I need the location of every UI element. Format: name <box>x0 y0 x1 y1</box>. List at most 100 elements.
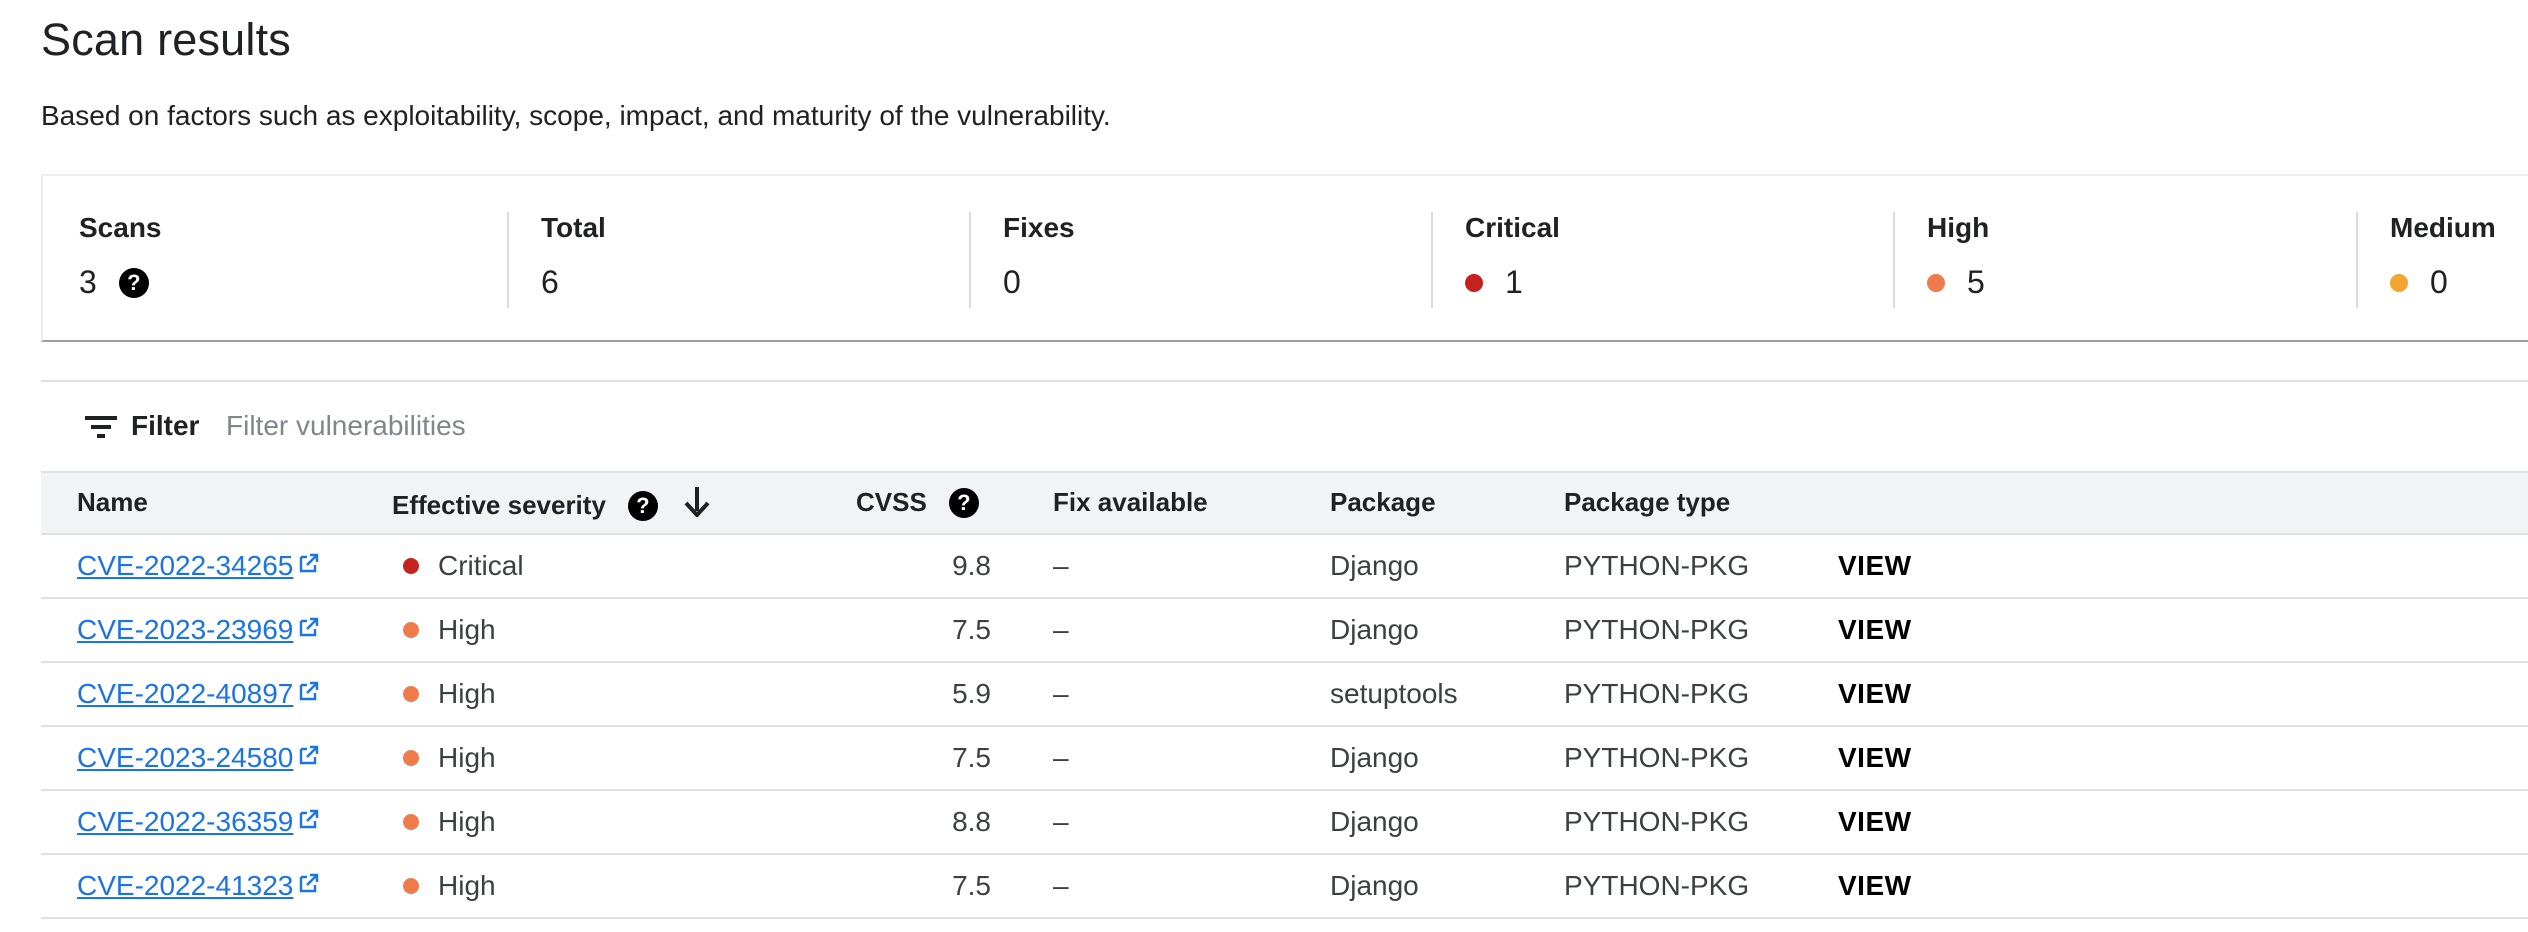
stat-divider <box>1431 212 1433 308</box>
help-icon[interactable]: ? <box>118 267 149 298</box>
view-button[interactable]: VIEW <box>1838 742 1912 774</box>
column-header-package[interactable]: Package <box>1330 487 1436 518</box>
medium-severity-dot <box>2390 273 2408 292</box>
package-name: Django <box>1330 806 1419 837</box>
stat-divider <box>1893 212 1895 308</box>
view-button[interactable]: VIEW <box>1838 678 1912 710</box>
stat-critical-value: 1 <box>1505 264 1523 300</box>
fix-available: – <box>1053 678 1069 709</box>
severity-label: High <box>438 870 496 901</box>
stat-medium-value: 0 <box>2430 264 2448 300</box>
severity-dot <box>403 878 419 894</box>
column-header-name[interactable]: Name <box>77 487 148 518</box>
critical-severity-dot <box>1465 273 1483 292</box>
package-name: Django <box>1330 742 1419 773</box>
cve-id[interactable]: CVE-2022-41323 <box>77 870 293 902</box>
severity-cell: High <box>403 806 496 838</box>
external-link-icon[interactable] <box>297 742 321 774</box>
filter-input[interactable]: Filter vulnerabilities <box>226 410 466 442</box>
filter-icon[interactable] <box>85 414 117 445</box>
external-link-icon[interactable] <box>297 550 321 582</box>
cvss-score: 8.8 <box>952 806 991 837</box>
package-name: Django <box>1330 614 1419 645</box>
external-link-icon[interactable] <box>297 614 321 646</box>
cve-id[interactable]: CVE-2023-23969 <box>77 614 293 646</box>
stat-critical-label: Critical <box>1465 212 1560 243</box>
stat-divider <box>507 212 509 308</box>
view-button[interactable]: VIEW <box>1838 614 1912 646</box>
external-link-icon[interactable] <box>297 806 321 838</box>
view-button[interactable]: VIEW <box>1838 870 1912 902</box>
stat-scans-label: Scans <box>79 212 162 243</box>
stat-fixes-label: Fixes <box>1003 212 1075 243</box>
external-link-icon[interactable] <box>297 870 321 902</box>
page-title: Scan results <box>41 14 292 65</box>
sort-descending-icon[interactable] <box>684 487 710 524</box>
stat-high-value-wrap: 5 <box>1927 264 1985 301</box>
table-row: CVE-2022-40897 High 5.9 – setuptools PYT… <box>41 663 2528 727</box>
stat-medium-value-wrap: 0 <box>2390 264 2448 301</box>
external-link-icon[interactable] <box>297 678 321 710</box>
fix-available: – <box>1053 806 1069 837</box>
cve-id[interactable]: CVE-2022-36359 <box>77 806 293 838</box>
package-type: PYTHON-PKG <box>1564 678 1750 709</box>
column-header-fix[interactable]: Fix available <box>1053 487 1208 518</box>
cve-link[interactable]: CVE-2023-24580 <box>77 742 321 774</box>
package-name: setuptools <box>1330 678 1458 709</box>
stat-high-label: High <box>1927 212 1990 243</box>
package-name: Django <box>1330 870 1419 901</box>
severity-cell: Critical <box>403 550 524 582</box>
table-row: CVE-2023-23969 High 7.5 – Django PYTHON-… <box>41 599 2528 663</box>
cve-link[interactable]: CVE-2022-41323 <box>77 870 321 902</box>
help-icon[interactable]: ? <box>948 487 979 518</box>
severity-label: High <box>438 742 496 773</box>
fix-available: – <box>1053 870 1069 901</box>
cvss-score: 7.5 <box>952 614 991 645</box>
column-header-severity-label[interactable]: Effective severity <box>392 490 606 521</box>
cve-id[interactable]: CVE-2022-34265 <box>77 550 293 582</box>
package-type: PYTHON-PKG <box>1564 550 1750 581</box>
help-icon[interactable]: ? <box>627 490 658 521</box>
cvss-score: 7.5 <box>952 870 991 901</box>
cve-link[interactable]: CVE-2023-23969 <box>77 614 321 646</box>
severity-label: High <box>438 678 496 709</box>
table-header: Name Effective severity ? CVSS ? Fix ava… <box>41 471 2528 535</box>
stat-fixes-value: 0 <box>1003 264 1021 300</box>
cve-link[interactable]: CVE-2022-40897 <box>77 678 321 710</box>
stat-high-value: 5 <box>1967 264 1985 300</box>
scan-results-page: Scan results Based on factors such as ex… <box>0 0 2528 932</box>
package-type: PYTHON-PKG <box>1564 614 1750 645</box>
fix-available: – <box>1053 614 1069 645</box>
severity-cell: High <box>403 614 496 646</box>
column-header-severity[interactable]: Effective severity ? <box>392 487 710 524</box>
filter-button-label[interactable]: Filter <box>131 410 199 442</box>
stat-divider <box>969 212 971 308</box>
cve-link[interactable]: CVE-2022-34265 <box>77 550 321 582</box>
severity-dot <box>403 622 419 638</box>
severity-dot <box>403 686 419 702</box>
stat-divider <box>2356 212 2358 308</box>
severity-cell: High <box>403 678 496 710</box>
cve-id[interactable]: CVE-2023-24580 <box>77 742 293 774</box>
fix-available: – <box>1053 742 1069 773</box>
package-type: PYTHON-PKG <box>1564 870 1750 901</box>
cve-link[interactable]: CVE-2022-36359 <box>77 806 321 838</box>
cvss-score: 5.9 <box>952 678 991 709</box>
column-header-cvss[interactable]: CVSS ? <box>856 487 979 518</box>
table-row: CVE-2023-24580 High 7.5 – Django PYTHON-… <box>41 727 2528 791</box>
stat-total-label: Total <box>541 212 606 243</box>
cve-id[interactable]: CVE-2022-40897 <box>77 678 293 710</box>
severity-label: High <box>438 806 496 837</box>
stat-medium-label: Medium <box>2390 212 2496 243</box>
table-row: CVE-2022-41323 High 7.5 – Django PYTHON-… <box>41 855 2528 919</box>
column-header-package-type[interactable]: Package type <box>1564 487 1730 518</box>
table-divider <box>41 380 2528 382</box>
severity-dot <box>403 750 419 766</box>
table-body: CVE-2022-34265 Critical 9.8 – Django PYT… <box>41 535 2528 919</box>
stat-scans-value-wrap: 3 ? <box>79 264 149 301</box>
view-button[interactable]: VIEW <box>1838 550 1912 582</box>
filter-bar[interactable]: Filter Filter vulnerabilities <box>41 390 2528 470</box>
column-header-cvss-label[interactable]: CVSS <box>856 487 927 518</box>
view-button[interactable]: VIEW <box>1838 806 1912 838</box>
table-row: CVE-2022-34265 Critical 9.8 – Django PYT… <box>41 535 2528 599</box>
